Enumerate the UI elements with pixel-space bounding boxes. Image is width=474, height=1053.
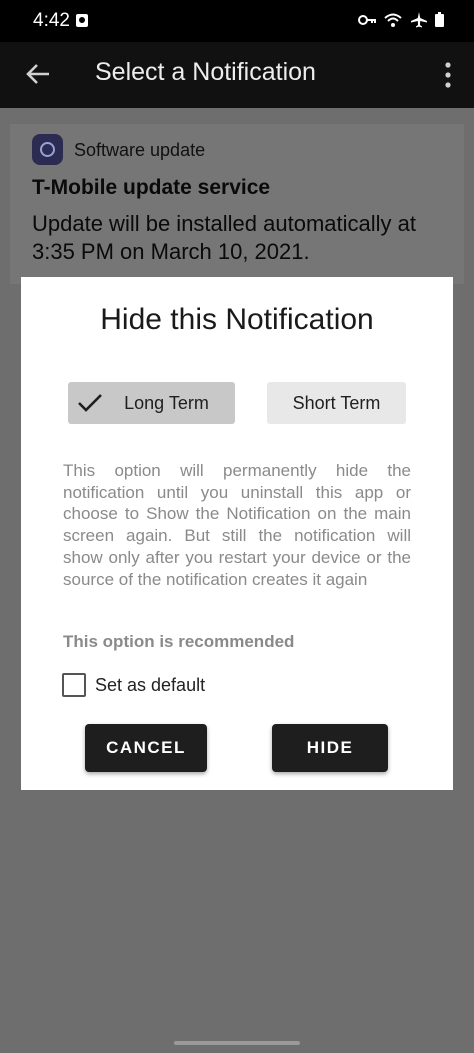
notification-card[interactable]: Software update T-Mobile update service … xyxy=(10,124,464,284)
set-as-default-label[interactable]: Set as default xyxy=(95,675,205,696)
notification-app-name: Software update xyxy=(74,140,206,160)
short-term-label: Short Term xyxy=(292,392,381,413)
long-term-label: Long Term xyxy=(124,392,209,413)
hide-button[interactable]: HIDE xyxy=(272,724,388,772)
option-description: This option will permanently hide the no… xyxy=(63,461,411,589)
vpn-key-icon xyxy=(357,14,376,25)
set-as-default-checkbox[interactable] xyxy=(62,673,86,697)
home-indicator[interactable] xyxy=(174,1041,300,1045)
hide-notification-dialog: Hide this Notification Long Term Short T… xyxy=(21,277,453,790)
overflow-menu-icon[interactable] xyxy=(444,60,452,90)
notification-app-icon xyxy=(76,14,88,27)
wifi-icon xyxy=(384,13,402,27)
cancel-button[interactable]: CANCEL xyxy=(85,724,207,772)
status-bar: 4:42 xyxy=(0,0,474,42)
battery-icon xyxy=(435,12,444,28)
long-term-option[interactable]: Long Term xyxy=(68,382,235,424)
status-icons xyxy=(354,11,444,31)
app-bar: Select a Notification xyxy=(0,42,474,108)
short-term-option[interactable]: Short Term xyxy=(267,382,406,424)
recommendation-text: This option is recommended xyxy=(63,632,295,651)
airplane-icon xyxy=(410,11,427,28)
status-time: 4:42 xyxy=(33,10,70,31)
notification-body: Update will be installed automatically a… xyxy=(32,211,416,264)
check-icon xyxy=(78,394,102,412)
notification-title: T-Mobile update service xyxy=(32,176,271,199)
page-title: Select a Notification xyxy=(95,58,316,86)
back-arrow-icon[interactable] xyxy=(23,59,53,89)
software-update-app-icon xyxy=(32,134,63,165)
dialog-title: Hide this Notification xyxy=(100,303,374,336)
